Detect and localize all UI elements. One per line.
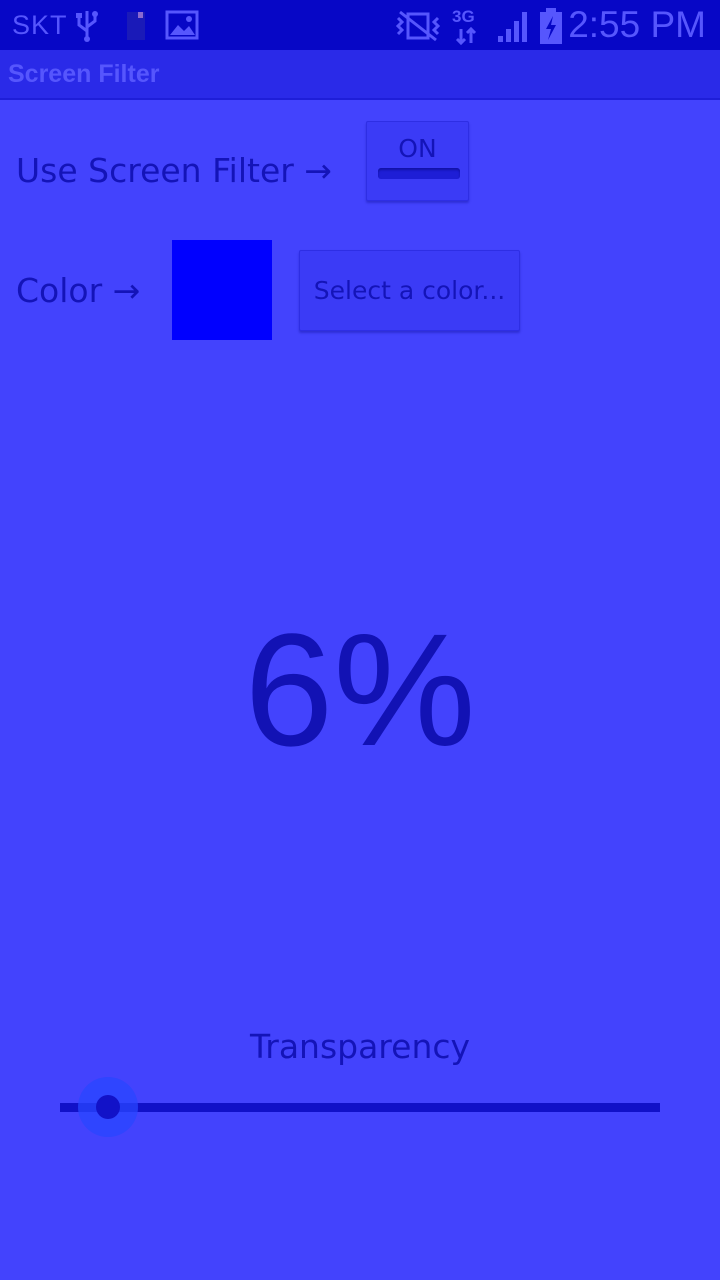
carrier-label: SKT (12, 10, 68, 40)
select-color-button[interactable]: Select a color... (299, 250, 520, 331)
color-swatch (172, 240, 272, 340)
signal-icon (498, 12, 527, 42)
color-label: Color → (16, 271, 141, 310)
use-screen-filter-label: Use Screen Filter → (16, 151, 332, 190)
slider-thumb[interactable] (96, 1095, 120, 1119)
sim-icon (127, 12, 145, 40)
transparency-percent-display: 6% (244, 600, 476, 779)
transparency-label: Transparency (249, 1027, 471, 1066)
no-sim-vibrate-icon (396, 10, 440, 42)
toggle-state-label: ON (398, 134, 437, 163)
network-type: 3G (452, 7, 475, 26)
slider-track[interactable] (60, 1103, 660, 1112)
screen-filter-toggle[interactable]: ON (366, 121, 469, 201)
app-title: Screen Filter (8, 60, 160, 88)
image-icon (165, 10, 199, 40)
toggle-indicator (378, 168, 460, 179)
battery-charging-icon (540, 8, 562, 44)
action-bar: Screen Filter (0, 50, 720, 100)
status-bar: SKT 3G 2:55 PM (0, 0, 720, 50)
status-clock: 2:55 PM (568, 4, 706, 45)
usb-icon (76, 11, 98, 42)
transparency-slider[interactable] (60, 1077, 660, 1137)
data-arrows-icon (455, 27, 477, 45)
